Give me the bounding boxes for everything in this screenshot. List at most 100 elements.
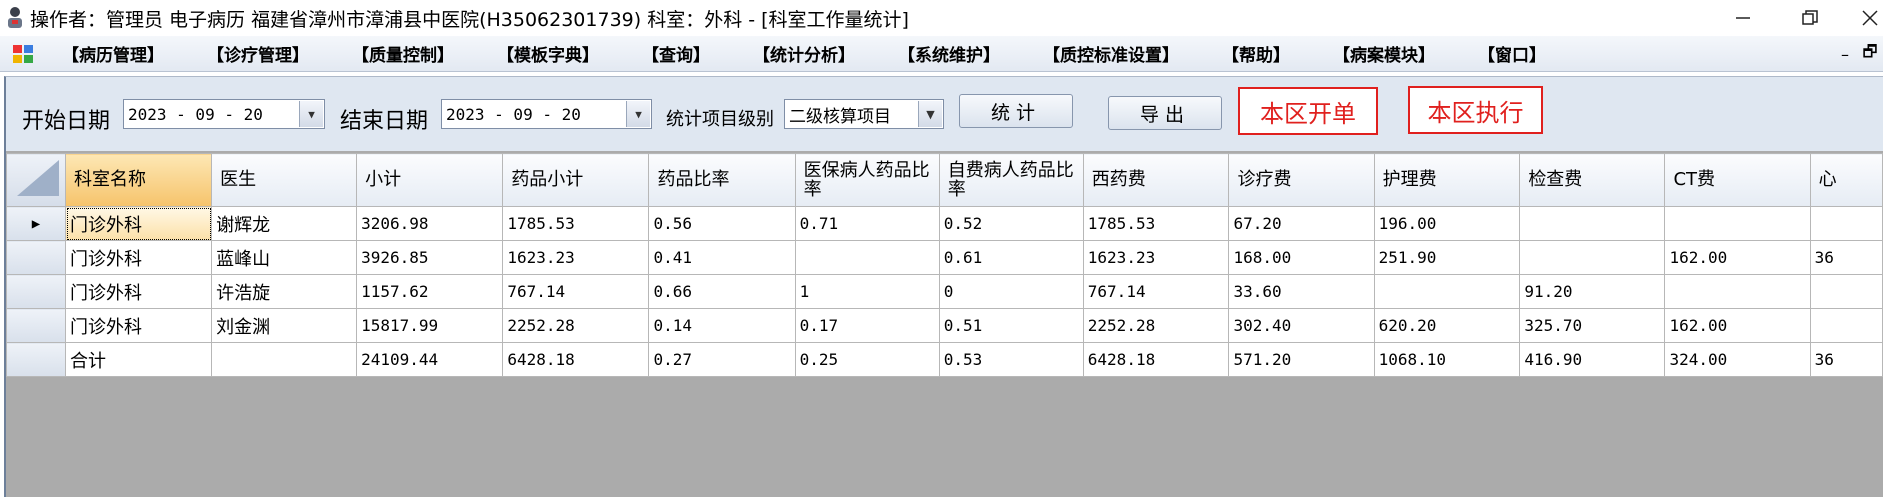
menu-query[interactable]: 【查询】 xyxy=(630,41,722,66)
table-cell[interactable] xyxy=(1519,240,1666,275)
menu-quality-control[interactable]: 【质量控制】 xyxy=(340,41,466,66)
col-header-selfpay-drug-ratio[interactable]: 自费病人药品比率 xyxy=(938,153,1084,207)
table-cell[interactable]: 0 xyxy=(938,274,1084,309)
table-row[interactable]: ▶ 门诊外科 谢辉龙 3206.98 1785.53 0.56 0.71 0.52 1785.5… xyxy=(6,206,1883,241)
menu-diagnosis[interactable]: 【诊疗管理】 xyxy=(195,41,321,66)
table-cell[interactable]: 36 xyxy=(1809,240,1883,275)
col-header-treatment[interactable]: 诊疗费 xyxy=(1228,153,1375,207)
table-cell[interactable]: 2252.28 xyxy=(1082,308,1230,343)
table-cell[interactable]: 1 xyxy=(794,274,940,309)
table-cell[interactable]: 6428.18 xyxy=(1082,342,1230,377)
table-cell[interactable]: 6428.18 xyxy=(502,342,650,377)
table-cell[interactable]: 162.00 xyxy=(1664,308,1811,343)
table-cell[interactable]: 0.25 xyxy=(794,342,940,377)
table-cell[interactable]: 416.90 xyxy=(1519,342,1666,377)
table-cell[interactable]: 767.14 xyxy=(1082,274,1230,309)
table-cell[interactable]: 0.61 xyxy=(938,240,1084,275)
mdi-restore-button[interactable]: 🗗 xyxy=(1855,36,1883,72)
table-cell[interactable]: 1068.10 xyxy=(1373,342,1521,377)
table-cell[interactable]: 67.20 xyxy=(1228,206,1375,241)
chevron-down-icon[interactable]: ▼ xyxy=(626,101,650,127)
table-cell[interactable]: 1785.53 xyxy=(502,206,650,241)
table-cell[interactable]: 门诊外科 xyxy=(64,274,213,309)
col-header-drug-subtotal[interactable]: 药品小计 xyxy=(502,153,650,207)
statistics-button[interactable]: 统计 xyxy=(959,94,1073,128)
start-date-picker[interactable]: 2023 - 09 - 20 ▼ xyxy=(123,99,325,129)
stat-level-select[interactable]: 二级核算项目 ▼ xyxy=(784,99,944,129)
minimize-button[interactable] xyxy=(1713,0,1773,36)
table-cell[interactable]: 196.00 xyxy=(1373,206,1521,241)
table-cell[interactable]: 门诊外科 xyxy=(64,308,213,343)
table-cell[interactable]: 571.20 xyxy=(1228,342,1375,377)
table-cell[interactable]: 许浩旋 xyxy=(211,274,358,309)
end-date-picker[interactable]: 2023 - 09 - 20 ▼ xyxy=(441,99,652,129)
table-cell[interactable]: 0.14 xyxy=(648,308,796,343)
table-cell[interactable] xyxy=(211,342,358,377)
table-row[interactable]: 门诊外科 蓝峰山 3926.85 1623.23 0.41 0.61 1623.23 168.… xyxy=(6,240,1883,275)
table-cell[interactable] xyxy=(1809,308,1883,343)
col-header-subtotal[interactable]: 小计 xyxy=(356,153,504,207)
export-button[interactable]: 导出 xyxy=(1108,96,1222,130)
table-cell[interactable]: 162.00 xyxy=(1664,240,1811,275)
table-cell[interactable]: 251.90 xyxy=(1373,240,1521,275)
table-cell[interactable]: 合计 xyxy=(64,342,213,377)
col-header-ct[interactable]: CT费 xyxy=(1664,153,1811,207)
table-cell[interactable]: 1623.23 xyxy=(502,240,650,275)
col-header-nursing[interactable]: 护理费 xyxy=(1373,153,1521,207)
menu-statistics[interactable]: 【统计分析】 xyxy=(741,41,867,66)
select-all-corner[interactable] xyxy=(6,153,66,207)
menu-window[interactable]: 【窗口】 xyxy=(1466,41,1558,66)
table-cell[interactable]: 620.20 xyxy=(1373,308,1521,343)
table-cell[interactable]: 0.41 xyxy=(648,240,796,275)
table-cell[interactable] xyxy=(1519,206,1666,241)
row-header[interactable] xyxy=(6,240,66,275)
table-cell[interactable]: 168.00 xyxy=(1228,240,1375,275)
col-header-doctor[interactable]: 医生 xyxy=(211,153,358,207)
menu-case-module[interactable]: 【病案模块】 xyxy=(1321,41,1447,66)
table-cell[interactable]: 36 xyxy=(1809,342,1883,377)
table-cell[interactable] xyxy=(794,240,940,275)
table-cell[interactable] xyxy=(1664,206,1811,241)
table-cell[interactable]: 24109.44 xyxy=(356,342,504,377)
table-cell[interactable]: 刘金渊 xyxy=(211,308,358,343)
table-cell[interactable]: 谢辉龙 xyxy=(211,206,358,241)
table-row[interactable]: 门诊外科 许浩旋 1157.62 767.14 0.66 1 0 767.14 33.60 91.… xyxy=(6,274,1883,309)
table-cell[interactable] xyxy=(1809,206,1883,241)
table-cell[interactable]: 3926.85 xyxy=(356,240,504,275)
chevron-down-icon[interactable]: ▼ xyxy=(299,101,323,127)
table-cell[interactable]: 0.52 xyxy=(938,206,1084,241)
col-header-drug-ratio[interactable]: 药品比率 xyxy=(648,153,796,207)
table-cell[interactable]: 302.40 xyxy=(1228,308,1375,343)
col-header-dept[interactable]: 科室名称 xyxy=(64,153,213,207)
table-cell[interactable]: 2252.28 xyxy=(502,308,650,343)
table-cell[interactable]: 1157.62 xyxy=(356,274,504,309)
restore-button[interactable] xyxy=(1780,0,1840,36)
close-button[interactable] xyxy=(1840,0,1883,36)
chevron-down-icon[interactable]: ▼ xyxy=(918,101,942,127)
row-header[interactable] xyxy=(6,342,66,377)
menu-medical-record[interactable]: 【病历管理】 xyxy=(50,41,176,66)
menu-system-maintenance[interactable]: 【系统维护】 xyxy=(886,41,1012,66)
col-header-insured-drug-ratio[interactable]: 医保病人药品比率 xyxy=(794,153,940,207)
table-cell[interactable]: 0.71 xyxy=(794,206,940,241)
table-cell[interactable]: 0.56 xyxy=(648,206,796,241)
table-cell[interactable]: 蓝峰山 xyxy=(211,240,358,275)
table-cell[interactable] xyxy=(1373,274,1521,309)
col-header-western-drug[interactable]: 西药费 xyxy=(1082,153,1230,207)
table-cell[interactable]: 门诊外科 xyxy=(64,240,213,275)
table-cell[interactable]: 0.53 xyxy=(938,342,1084,377)
table-cell[interactable] xyxy=(1664,274,1811,309)
table-cell[interactable]: 0.66 xyxy=(648,274,796,309)
menu-template-dictionary[interactable]: 【模板字典】 xyxy=(485,41,611,66)
row-header[interactable] xyxy=(6,274,66,309)
table-cell[interactable]: 767.14 xyxy=(502,274,650,309)
table-cell[interactable]: 325.70 xyxy=(1519,308,1666,343)
col-header-exam[interactable]: 检查费 xyxy=(1519,153,1666,207)
row-header[interactable]: ▶ xyxy=(6,206,66,241)
table-cell[interactable]: 门诊外科 xyxy=(64,206,213,241)
table-cell[interactable]: 0.17 xyxy=(794,308,940,343)
table-cell[interactable]: 33.60 xyxy=(1228,274,1375,309)
row-header[interactable] xyxy=(6,308,66,343)
table-cell[interactable]: 3206.98 xyxy=(356,206,504,241)
table-cell[interactable]: 15817.99 xyxy=(356,308,504,343)
